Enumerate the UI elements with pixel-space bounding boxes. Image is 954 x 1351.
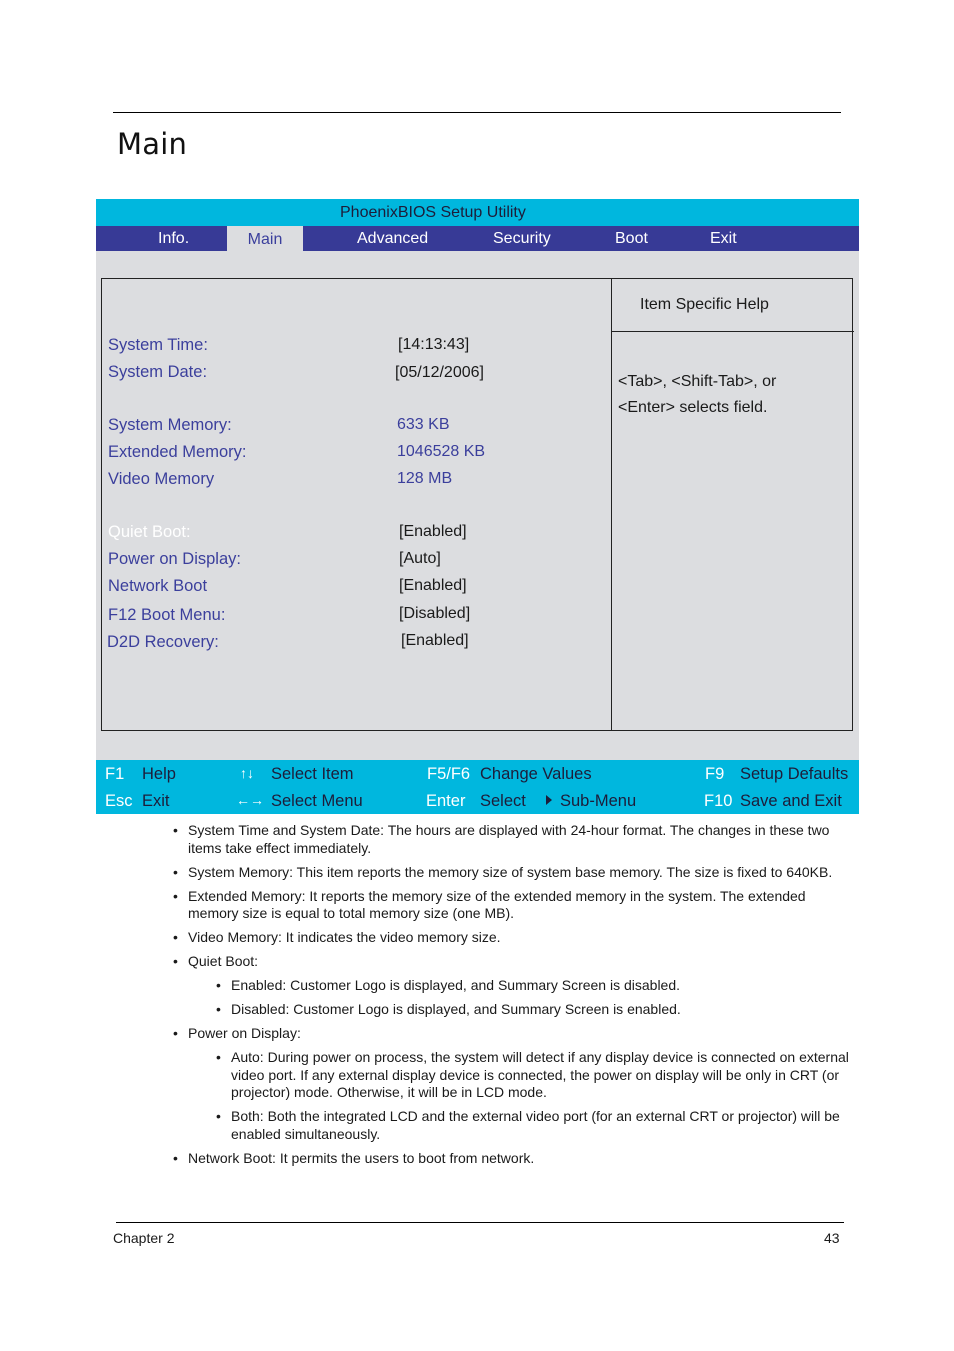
bullet-item: Quiet Boot: bbox=[160, 953, 850, 971]
key-save-exit-desc: Save and Exit bbox=[740, 792, 842, 810]
extended-memory-value: 1046528 KB bbox=[397, 443, 486, 460]
help-column-divider bbox=[611, 279, 612, 730]
key-f1: F1 bbox=[105, 765, 125, 783]
key-select-menu-desc: Select Menu bbox=[271, 792, 363, 810]
bullet-item: System Memory: This item reports the mem… bbox=[160, 864, 850, 882]
bullet-item: Extended Memory: It reports the memory s… bbox=[160, 888, 850, 923]
d2d-recovery-label[interactable]: D2D Recovery: bbox=[107, 633, 219, 652]
key-f9: F9 bbox=[705, 765, 725, 783]
system-time-label[interactable]: System Time: bbox=[108, 336, 208, 355]
bullet-item: Network Boot: It permits the users to bo… bbox=[160, 1150, 850, 1168]
page-title: Main bbox=[117, 127, 188, 161]
key-change-values-desc: Change Values bbox=[480, 765, 592, 783]
key-esc-desc: Exit bbox=[142, 792, 170, 810]
bios-title: PhoenixBIOS Setup Utility bbox=[340, 204, 526, 221]
bios-menu-bar: Info. Main Advanced Security Boot Exit bbox=[96, 226, 859, 251]
bullet-item: Power on Display: bbox=[160, 1025, 850, 1043]
bullet-item: Video Memory: It indicates the video mem… bbox=[160, 929, 850, 947]
help-line: <Enter> selects field. bbox=[618, 399, 768, 416]
settings-panel: Item Specific Help <Tab>, <Shift-Tab>, o… bbox=[101, 278, 854, 731]
video-memory-label: Video Memory bbox=[108, 470, 215, 488]
footer-page-number: 43 bbox=[824, 1230, 840, 1246]
key-f10: F10 bbox=[704, 792, 733, 810]
tab-main[interactable]: Main bbox=[227, 226, 303, 251]
key-enter: Enter bbox=[426, 792, 466, 810]
video-memory-value: 128 MB bbox=[397, 470, 453, 487]
key-submenu: Sub-Menu bbox=[546, 792, 636, 811]
key-f1-desc: Help bbox=[142, 765, 176, 783]
top-divider bbox=[113, 112, 841, 113]
sub-bullet-item: Auto: During power on process, the syste… bbox=[160, 1049, 850, 1102]
up-down-arrows-icon: ↑↓ bbox=[240, 765, 254, 781]
key-select-desc: Select bbox=[480, 792, 526, 810]
bullet-item: System Time and System Date: The hours a… bbox=[160, 822, 850, 857]
system-time-value[interactable]: [14:13:43] bbox=[398, 336, 469, 354]
system-memory-value: 633 KB bbox=[397, 416, 450, 433]
power-on-display-value[interactable]: [Auto] bbox=[399, 550, 441, 568]
system-date-value[interactable]: [05/12/2006] bbox=[395, 364, 484, 382]
sub-bullet-item: Both: Both the integrated LCD and the ex… bbox=[160, 1108, 850, 1143]
tab-exit[interactable]: Exit bbox=[710, 226, 737, 251]
bios-title-bar: PhoenixBIOS Setup Utility bbox=[96, 199, 859, 226]
sub-bullet-item: Enabled: Customer Logo is displayed, and… bbox=[160, 977, 850, 995]
key-select-item-desc: Select Item bbox=[271, 765, 354, 783]
quiet-boot-value[interactable]: [Enabled] bbox=[399, 523, 467, 541]
tab-security[interactable]: Security bbox=[493, 226, 551, 251]
footer-divider bbox=[116, 1222, 844, 1223]
extended-memory-label: Extended Memory: bbox=[108, 443, 247, 461]
footer-chapter: Chapter 2 bbox=[113, 1230, 175, 1246]
key-setup-defaults-desc: Setup Defaults bbox=[740, 765, 849, 783]
left-right-arrows-icon: ←→ bbox=[236, 792, 264, 808]
help-line: <Tab>, <Shift-Tab>, or bbox=[618, 373, 777, 390]
network-boot-value[interactable]: [Enabled] bbox=[399, 577, 467, 595]
tab-advanced[interactable]: Advanced bbox=[357, 226, 428, 251]
system-date-label[interactable]: System Date: bbox=[108, 363, 207, 382]
f12-boot-menu-value[interactable]: [Disabled] bbox=[399, 605, 470, 623]
d2d-recovery-value[interactable]: [Enabled] bbox=[401, 632, 469, 650]
f12-boot-menu-label[interactable]: F12 Boot Menu: bbox=[108, 606, 225, 625]
help-title-divider bbox=[612, 331, 854, 332]
tab-boot[interactable]: Boot bbox=[615, 226, 648, 251]
sub-bullet-item: Disabled: Customer Logo is displayed, an… bbox=[160, 1001, 850, 1019]
quiet-boot-label[interactable]: Quiet Boot: bbox=[108, 523, 191, 542]
key-f5-f6: F5/F6 bbox=[427, 765, 471, 783]
network-boot-label[interactable]: Network Boot bbox=[108, 577, 207, 596]
key-help-bar: F1 Help Esc Exit ↑↓ Select Item ←→ Selec… bbox=[96, 760, 859, 814]
submenu-triangle-icon bbox=[546, 795, 552, 805]
key-submenu-desc: Sub-Menu bbox=[560, 792, 637, 810]
power-on-display-label[interactable]: Power on Display: bbox=[108, 550, 241, 569]
help-text: <Tab>, <Shift-Tab>, or <Enter> selects f… bbox=[618, 369, 848, 421]
tab-info[interactable]: Info. bbox=[158, 226, 189, 251]
help-title: Item Specific Help bbox=[640, 296, 769, 313]
bios-screen: PhoenixBIOS Setup Utility Info. Main Adv… bbox=[96, 199, 859, 814]
system-memory-label: System Memory: bbox=[108, 416, 232, 434]
key-esc: Esc bbox=[105, 792, 133, 810]
field-descriptions: System Time and System Date: The hours a… bbox=[160, 822, 850, 1174]
